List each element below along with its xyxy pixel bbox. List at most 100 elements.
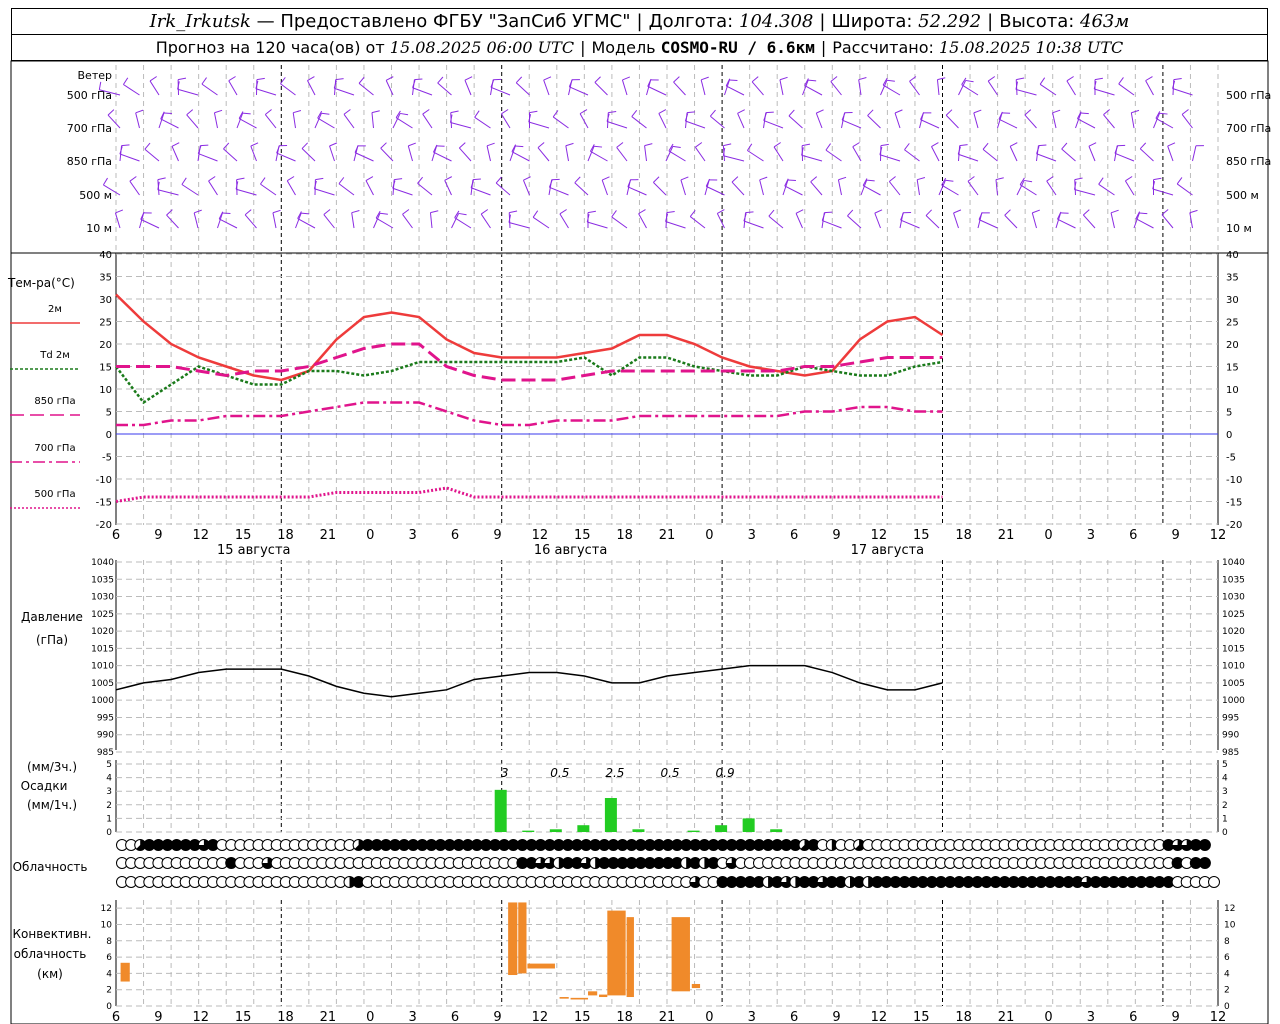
- wind-barb-feather: [1118, 77, 1124, 85]
- wind-barb: [177, 88, 199, 96]
- precip-axis-label: Осадки: [21, 779, 68, 793]
- wind-barb-feather: [464, 76, 473, 81]
- wind-barb: [685, 120, 706, 129]
- wind-barb: [1103, 114, 1115, 129]
- precip-bar: [687, 830, 700, 832]
- wind-barb: [953, 212, 959, 229]
- wind-level-label-right: 850 гПа: [1226, 155, 1271, 168]
- pressure-tick-left: 1000: [91, 696, 114, 706]
- conv-tick-right: 4: [1224, 969, 1230, 979]
- temp-tick-right: 30: [1226, 295, 1239, 306]
- wind-barb: [958, 80, 967, 96]
- wind-barb: [936, 79, 940, 96]
- wind-barb: [559, 213, 569, 229]
- x-tick-label: 0: [705, 528, 713, 543]
- wind-barb: [198, 153, 218, 162]
- wind-barb-feather: [472, 178, 481, 181]
- wind-barb: [129, 180, 140, 196]
- wind-barb-feather: [1139, 212, 1148, 215]
- precip-bar: [549, 829, 562, 832]
- pressure-tick-left: 995: [97, 713, 114, 723]
- temp-tick-left: 0: [106, 430, 112, 441]
- wind-barb-feather: [904, 143, 910, 151]
- wind-barb-feather: [1167, 142, 1176, 147]
- x-tick-label: 9: [493, 528, 501, 543]
- temp-tick-left: 30: [99, 295, 112, 306]
- temp-tick-left: 5: [106, 408, 112, 419]
- precip-tick-left: 3: [106, 787, 112, 797]
- conv-tick-right: 12: [1224, 904, 1235, 914]
- wind-barb: [490, 86, 511, 96]
- wind-barb: [244, 214, 257, 229]
- x-tick-label-bottom: 21: [320, 1010, 337, 1024]
- wind-barb-feather: [272, 209, 281, 214]
- temp-tick-right: -5: [1226, 453, 1236, 464]
- conv-cloud-bar: [599, 994, 608, 998]
- wind-barb: [537, 147, 550, 162]
- wind-barb: [429, 212, 433, 229]
- wind-barb: [847, 215, 862, 229]
- x-tick-label-bottom: 6: [112, 1010, 120, 1024]
- x-tick-label: 0: [1044, 528, 1052, 543]
- x-tick-label-bottom: 9: [154, 1010, 162, 1024]
- wind-barb-feather: [144, 142, 151, 150]
- wind-barb-feather: [616, 142, 624, 148]
- wind-barb: [882, 84, 901, 96]
- x-tick-label-bottom: 6: [1129, 1010, 1137, 1024]
- wind-panel-title: Ветер: [78, 69, 112, 82]
- wind-barb: [874, 212, 881, 229]
- wind-barb: [569, 86, 589, 96]
- wind-barb: [286, 180, 296, 196]
- wind-barb: [314, 113, 322, 129]
- wind-barb: [343, 113, 355, 129]
- wind-barb-feather: [1038, 144, 1047, 147]
- wind-barb-feather: [622, 76, 631, 81]
- wind-barb-feather: [1074, 177, 1083, 181]
- conv-tick-left: 0: [106, 1002, 112, 1012]
- precip-unit-1h: (мм/1ч.): [27, 798, 77, 812]
- pressure-tick-right: 1030: [1222, 593, 1245, 603]
- x-tick-label-bottom: 3: [409, 1010, 417, 1024]
- wind-barb-feather: [965, 79, 974, 83]
- wind-barb-feather: [1083, 209, 1090, 216]
- x-tick-label: 12: [532, 528, 549, 543]
- temp-tick-left: -5: [102, 453, 112, 464]
- temp-tick-left: -15: [96, 498, 112, 509]
- wind-barb-feather: [765, 111, 774, 114]
- wind-barb-feather: [1094, 77, 1103, 81]
- temp-tick-right: 40: [1226, 250, 1239, 261]
- wind-level-label-right: 500 гПа: [1226, 89, 1271, 102]
- wind-barb-feather: [1080, 112, 1089, 115]
- wind-barb: [1082, 214, 1096, 229]
- cloud-cover-circle: [1198, 857, 1211, 869]
- temp-tick-right: 15: [1226, 363, 1239, 374]
- conv-tick-left: 8: [106, 937, 112, 947]
- conv-tick-right: 6: [1224, 953, 1230, 963]
- wind-level-label-right: 700 гПа: [1226, 122, 1271, 135]
- wind-barb: [166, 214, 179, 229]
- conv-cloud-bar: [570, 997, 589, 1000]
- wind-barb: [804, 85, 823, 96]
- wind-barb: [590, 150, 608, 162]
- wind-barb: [931, 146, 940, 162]
- precip-tick-right: 3: [1222, 787, 1228, 797]
- wind-barb: [606, 121, 628, 129]
- wind-barb-feather: [430, 210, 439, 214]
- wind-barb: [627, 186, 647, 196]
- wind-barb: [407, 145, 413, 162]
- wind-barb-feather: [1066, 76, 1074, 82]
- wind-barb-feather: [745, 211, 754, 214]
- precip-tick-left: 0: [106, 828, 112, 838]
- wind-barb-feather: [995, 177, 1004, 181]
- pressure-axis-unit: (гПа): [36, 633, 68, 647]
- wind-barb: [329, 145, 335, 162]
- wind-barb: [236, 112, 244, 129]
- wind-barb-feather: [214, 109, 223, 114]
- wind-barb: [1124, 180, 1135, 196]
- wind-barb-feather: [260, 177, 266, 185]
- wind-barb: [763, 120, 784, 129]
- wind-barb: [680, 179, 686, 196]
- wind-barb: [280, 83, 296, 96]
- wind-barb: [1145, 80, 1154, 96]
- temp-tick-left: -10: [96, 475, 112, 486]
